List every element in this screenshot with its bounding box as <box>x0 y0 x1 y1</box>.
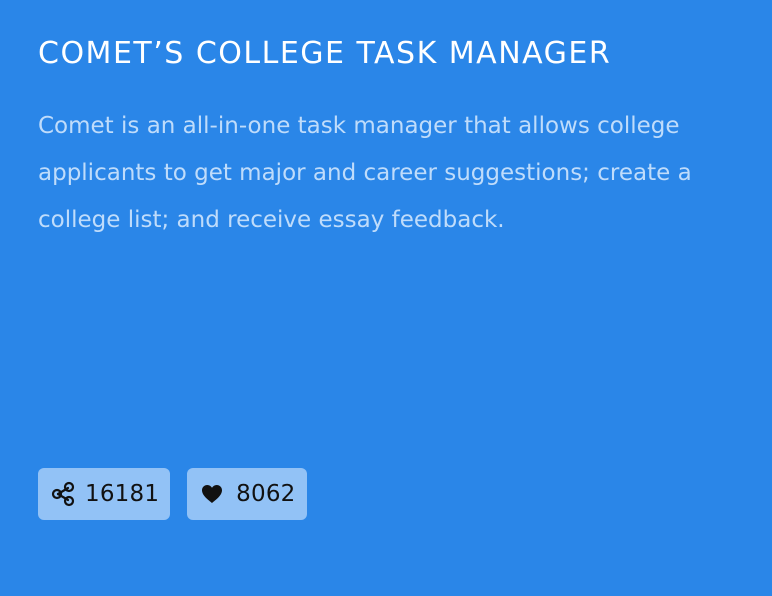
project-card: COMET’S COLLEGE TASK MANAGER Comet is an… <box>0 0 772 596</box>
page-title: COMET’S COLLEGE TASK MANAGER <box>38 36 612 71</box>
share-icon <box>50 481 76 507</box>
share-button[interactable]: 16181 <box>38 468 171 520</box>
share-count: 16181 <box>85 480 160 507</box>
heart-icon <box>199 481 225 507</box>
like-button[interactable]: 8062 <box>187 468 307 520</box>
like-count: 8062 <box>236 480 296 507</box>
project-description: Comet is an all-in-one task manager that… <box>38 113 692 233</box>
stats-bar: 16181 8062 <box>38 468 307 520</box>
